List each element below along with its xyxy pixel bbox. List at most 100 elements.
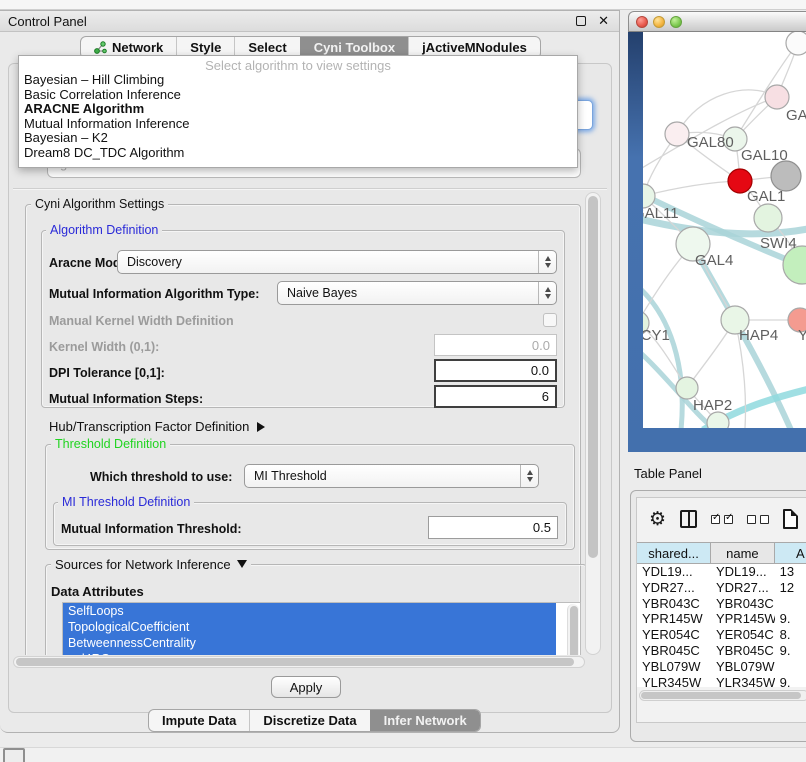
algorithm-option[interactable]: ARACNE Algorithm — [19, 102, 577, 117]
network-node[interactable] — [676, 377, 698, 399]
aracne-mode-combo[interactable]: Discovery — [117, 250, 557, 274]
cyni-bottom-tabbar: Impute Data Discretize Data Infer Network — [148, 709, 481, 732]
table-row[interactable]: YPR145WYPR145W9. — [637, 611, 806, 627]
table-cell: YPR145W — [711, 611, 775, 627]
columns-icon[interactable] — [680, 510, 697, 528]
tab-discretize-data[interactable]: Discretize Data — [249, 710, 369, 731]
kernel-width-value: 0.0 — [532, 338, 550, 353]
table-panel: ⚙ shared...nameA YDL19...YDL19...13YDR27… — [630, 490, 806, 742]
tab-impute-data[interactable]: Impute Data — [149, 710, 249, 731]
table-horizontal-scrollbar[interactable] — [639, 690, 806, 701]
float-window-icon[interactable] — [576, 16, 586, 26]
table-cell: 9. — [775, 675, 806, 687]
table-row[interactable]: YBL079WYBL079W — [637, 659, 806, 675]
stepper-arrows-icon — [538, 251, 556, 273]
kernel-width-field[interactable]: 0.0 — [434, 334, 557, 356]
table-row[interactable]: YER054CYER054C8. — [637, 627, 806, 643]
mi-threshold-field[interactable]: 0.5 — [428, 516, 558, 539]
control-panel-header: Control Panel ✕ — [0, 11, 619, 32]
mi-threshold-label: Mutual Information Threshold: — [61, 522, 242, 536]
mi-steps-field[interactable]: 6 — [434, 385, 557, 408]
settings-vertical-scrollbar[interactable] — [585, 192, 601, 655]
tab-label: Network — [112, 40, 163, 55]
table-row[interactable]: YBR043CYBR043C — [637, 596, 806, 612]
tab-label: Discretize Data — [263, 713, 356, 728]
network-node[interactable] — [754, 204, 782, 232]
table-row[interactable]: YLR345WYLR345W9. — [637, 675, 806, 687]
data-attributes-list[interactable]: SelfLoopsTopologicalCoefficientBetweenne… — [62, 602, 581, 655]
apply-button[interactable]: Apply — [271, 676, 341, 698]
tab-label: Style — [190, 40, 221, 55]
zoom-traffic-light-icon[interactable] — [670, 16, 682, 28]
document-icon[interactable] — [783, 509, 798, 529]
data-attribute-item[interactable]: TopologicalCoefficient — [63, 619, 556, 635]
column-header[interactable]: shared... — [637, 543, 711, 563]
network-edge — [643, 284, 682, 428]
minimized-panel-icon[interactable] — [3, 748, 25, 762]
close-traffic-light-icon[interactable] — [636, 16, 648, 28]
table-toolbar: ⚙ — [637, 498, 806, 540]
node-label: Y — [798, 327, 806, 344]
minimize-traffic-light-icon[interactable] — [653, 16, 665, 28]
gear-icon[interactable]: ⚙ — [649, 510, 666, 529]
screen: Control Panel ✕ NetworkStyleSelectCyni T… — [0, 0, 806, 762]
table-cell: 13 — [775, 564, 806, 580]
control-panel-title: Control Panel — [8, 14, 576, 29]
node-label: GAL80 — [687, 134, 734, 151]
dpi-tolerance-label: DPI Tolerance [0,1]: — [49, 366, 165, 380]
table-cell: YBL079W — [711, 659, 775, 675]
table-row[interactable]: YDR27...YDR27...12 — [637, 580, 806, 596]
node-label: SWI4 — [760, 235, 797, 252]
tab-label: Select — [248, 40, 286, 55]
mi-algorithm-type-value: Naive Bayes — [287, 286, 357, 300]
algorithm-option[interactable]: Bayesian – K2 — [19, 131, 577, 146]
settings-horizontal-scrollbar[interactable] — [13, 656, 585, 668]
checked-boxes-icon[interactable] — [711, 515, 733, 524]
network-node[interactable] — [665, 122, 689, 146]
network-canvas[interactable]: GALGAL80GAL10GAL1GAL11GAL4SWI4GCY1HAP4YH… — [643, 32, 806, 428]
list-vertical-scrollbar[interactable] — [567, 604, 579, 655]
data-attribute-item[interactable]: gal4RGexp — [63, 651, 556, 655]
data-attributes-label: Data Attributes — [51, 584, 144, 599]
tab-infer-network[interactable]: Infer Network — [370, 710, 480, 731]
top-strip — [0, 0, 806, 10]
algorithm-option[interactable]: Dream8 DC_TDC Algorithm — [19, 146, 577, 161]
manual-kernel-checkbox[interactable] — [543, 313, 557, 327]
network-window-titlebar[interactable] — [628, 11, 806, 32]
column-header[interactable]: name — [711, 543, 775, 563]
algorithm-option[interactable]: Basic Correlation Inference — [19, 88, 577, 103]
network-node[interactable] — [771, 161, 801, 191]
which-threshold-combo[interactable]: MI Threshold — [244, 464, 539, 488]
mi-threshold-value: 0.5 — [533, 520, 551, 535]
apply-button-label: Apply — [290, 680, 323, 695]
table-row[interactable]: YDL19...YDL19...13 — [637, 564, 806, 580]
table-cell: YER054C — [637, 627, 711, 643]
mi-algorithm-type-combo[interactable]: Naive Bayes — [277, 281, 557, 305]
hub-definition-label: Hub/Transcription Factor Definition — [49, 419, 249, 434]
close-icon[interactable]: ✕ — [598, 13, 609, 29]
sources-toggle[interactable]: Sources for Network Inference — [51, 557, 251, 572]
table-cell: 8. — [775, 627, 806, 643]
network-node[interactable] — [765, 85, 789, 109]
data-attribute-item[interactable]: BetweennessCentrality — [63, 635, 556, 651]
hub-definition-toggle[interactable]: Hub/Transcription Factor Definition — [49, 419, 265, 434]
table-cell — [775, 659, 806, 675]
network-icon — [94, 41, 107, 54]
network-edge — [643, 181, 740, 196]
node-label: GAL — [786, 107, 806, 124]
table-cell: YBL079W — [637, 659, 711, 675]
unchecked-boxes-icon[interactable] — [747, 515, 769, 524]
algorithm-option[interactable]: Bayesian – Hill Climbing — [19, 73, 577, 88]
column-header[interactable]: A — [775, 543, 806, 563]
mi-steps-value: 6 — [542, 389, 549, 404]
node-table[interactable]: shared...nameA YDL19...YDL19...13YDR27..… — [637, 542, 806, 687]
table-row[interactable]: YBR045CYBR045C9. — [637, 643, 806, 659]
settings-pane: Cyni Algorithm Settings Algorithm Defini… — [15, 192, 585, 655]
algorithm-option[interactable]: Mutual Information Inference — [19, 117, 577, 132]
network-node[interactable] — [707, 412, 729, 428]
dpi-tolerance-field[interactable]: 0.0 — [434, 359, 557, 382]
network-node[interactable] — [786, 32, 806, 55]
data-attribute-item[interactable]: SelfLoops — [63, 603, 556, 619]
stepper-arrows-icon — [520, 465, 538, 487]
which-threshold-value: MI Threshold — [254, 469, 327, 483]
